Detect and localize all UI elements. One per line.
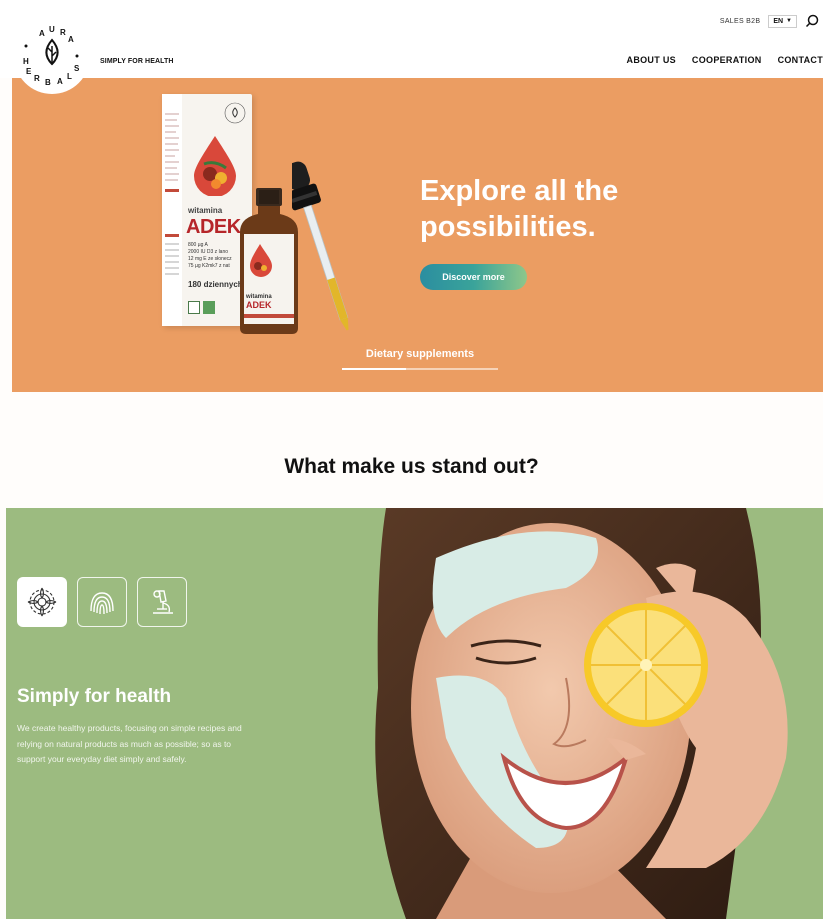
hero-title-line2: possibilities.: [420, 211, 596, 243]
box-dosage: 800 µg A 2000 IU D3 z lano 12 mg E ze sł…: [188, 242, 232, 269]
brand-tagline: SIMPLY FOR HEALTH: [100, 58, 174, 65]
bottle-label-line2: ADEK: [246, 300, 272, 310]
feature-title: Simply for health: [17, 686, 172, 707]
svg-text:A: A: [68, 35, 74, 44]
dropper-image: [292, 161, 349, 331]
brand-logo[interactable]: AURA HERB ALS: [14, 18, 90, 94]
nav-about-us[interactable]: ABOUT US: [627, 55, 676, 65]
nav-cooperation[interactable]: COOPERATION: [692, 55, 762, 65]
tab-natural-ingredients[interactable]: [77, 577, 127, 627]
fingerprint-icon: [90, 592, 114, 615]
language-label: EN: [773, 17, 784, 25]
tab-research[interactable]: [137, 577, 187, 627]
box-logo-icon: [224, 102, 246, 124]
svg-text:R: R: [60, 28, 66, 37]
svg-text:L: L: [67, 72, 72, 81]
box-product-name: ADEK: [186, 216, 241, 238]
svg-text:A: A: [57, 77, 63, 86]
feature-icon-tabs: [17, 577, 187, 627]
dropper-badge-icon: [188, 301, 200, 314]
site-header: AURA HERB ALS SIMPLY FOR HEALTH SALES B2…: [0, 0, 823, 94]
tab-dietary-supplements[interactable]: Dietary supplements: [342, 348, 498, 360]
mandala-icon: [27, 587, 57, 617]
nav-contact[interactable]: CONTACT: [778, 55, 823, 65]
product-bottle-image: witamina ADEK: [240, 188, 298, 334]
box-product-label: witamina: [188, 206, 223, 215]
woman-face-photo: [375, 508, 788, 919]
feature-description: We create healthy products, focusing on …: [17, 723, 242, 764]
hero-title: Explore all the possibilities.: [420, 173, 680, 245]
search-icon[interactable]: [805, 14, 819, 28]
hero-banner: witamina ADEK 800 µg A 2000 IU D3 z lano…: [12, 78, 823, 392]
svg-text:A: A: [39, 29, 45, 38]
svg-text:H: H: [23, 57, 29, 66]
svg-text:S: S: [74, 64, 80, 73]
leaf-badge-icon: [203, 301, 215, 314]
discover-more-button[interactable]: Discover more: [420, 264, 527, 290]
sales-b2b-link[interactable]: SALES B2B: [720, 18, 760, 25]
svg-text:U: U: [49, 25, 55, 34]
hero-title-line1: Explore all the: [420, 175, 619, 207]
language-selector[interactable]: EN ▼: [768, 14, 797, 28]
svg-text:B: B: [45, 78, 51, 87]
main-nav: ABOUT US COOPERATION CONTACT: [627, 55, 823, 65]
svg-text:E: E: [26, 67, 32, 76]
chevron-down-icon: ▼: [786, 18, 792, 24]
utility-bar: SALES B2B EN ▼: [720, 14, 819, 28]
feature-section: Simply for health We create healthy prod…: [6, 508, 823, 919]
page: AURA HERB ALS SIMPLY FOR HEALTH SALES B2…: [0, 0, 823, 919]
aura-herbals-logo-icon: A U RA HER B ALS: [15, 19, 89, 93]
drop-illustration-icon: [194, 136, 236, 196]
tab-simply-for-health[interactable]: [17, 577, 67, 627]
svg-text:R: R: [34, 74, 40, 83]
standout-heading: What make us stand out?: [284, 455, 539, 478]
box-side-label: [162, 94, 182, 326]
microscope-icon: [153, 590, 173, 614]
hero-slider-progress: [342, 368, 498, 370]
